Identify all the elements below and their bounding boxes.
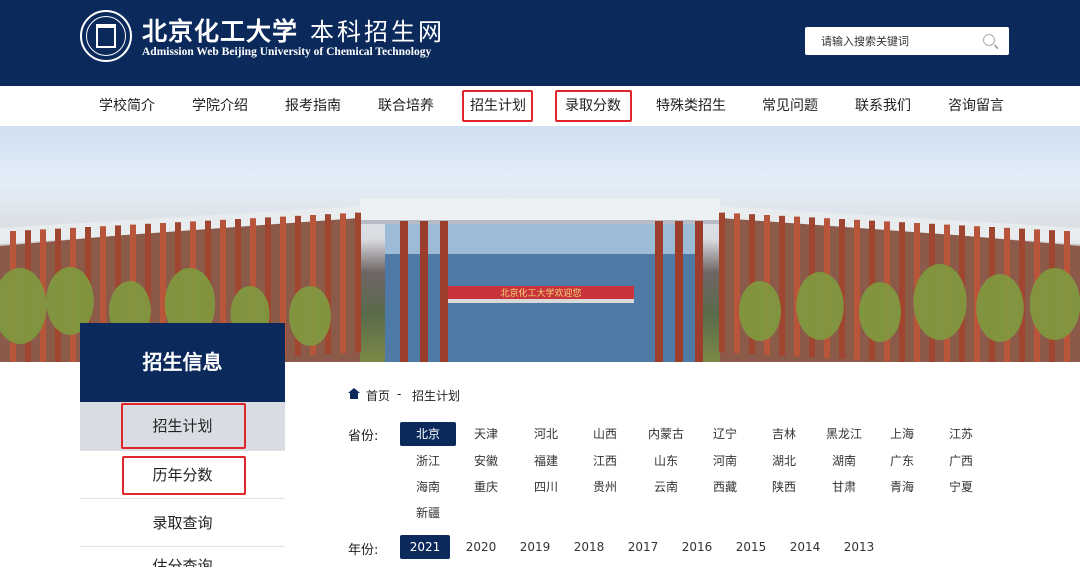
year-option[interactable]: 2019 bbox=[510, 535, 560, 559]
province-option[interactable]: 广西 bbox=[933, 449, 989, 473]
year-option[interactable]: 2018 bbox=[564, 535, 614, 559]
banner-welcome-sign: 北京化工大学欢迎您 bbox=[500, 287, 581, 299]
nav-item-faq[interactable]: 常见问题 bbox=[755, 86, 825, 126]
nav-item-special-admission[interactable]: 特殊类招生 bbox=[649, 86, 733, 126]
facade-pillar bbox=[355, 212, 361, 353]
province-option[interactable]: 辽宁 bbox=[697, 422, 753, 446]
year-option[interactable]: 2017 bbox=[618, 535, 668, 559]
atrium-pillar bbox=[655, 221, 663, 362]
nav-item-application-guide[interactable]: 报考指南 bbox=[278, 86, 348, 126]
province-option[interactable]: 甘肃 bbox=[816, 475, 872, 499]
province-option[interactable]: 海南 bbox=[400, 475, 456, 499]
year-label: 年份: bbox=[348, 543, 379, 558]
nav-admission-scores-highlight bbox=[555, 90, 632, 122]
year-option[interactable]: 2020 bbox=[456, 535, 506, 559]
university-seal-icon[interactable] bbox=[80, 10, 132, 62]
year-option[interactable]: 2015 bbox=[726, 535, 776, 559]
province-option[interactable]: 江西 bbox=[577, 449, 633, 473]
atrium-pillar bbox=[675, 221, 683, 362]
province-label: 省份: bbox=[348, 429, 379, 444]
province-option[interactable]: 陕西 bbox=[756, 475, 812, 499]
province-option[interactable]: 湖北 bbox=[756, 449, 812, 473]
province-option[interactable]: 贵州 bbox=[577, 475, 633, 499]
nav-item-school-intro[interactable]: 学校简介 bbox=[92, 86, 162, 126]
facade-pillar bbox=[719, 212, 725, 353]
province-option[interactable]: 四川 bbox=[518, 475, 574, 499]
tree-foliage bbox=[913, 264, 967, 340]
province-option[interactable]: 福建 bbox=[518, 449, 574, 473]
brand-en-name: Admission Web Beijing University of Chem… bbox=[142, 46, 432, 58]
sidebar-item-score-estimate[interactable]: 估分查询 bbox=[80, 547, 285, 567]
nav-item-message-board[interactable]: 咨询留言 bbox=[941, 86, 1011, 126]
atrium-pillar bbox=[420, 221, 428, 362]
tree-foliage bbox=[1029, 268, 1080, 340]
year-option[interactable]: 2021 bbox=[400, 535, 450, 559]
breadcrumb-current: 招生计划 bbox=[412, 389, 461, 403]
breadcrumb-separator: - bbox=[397, 387, 402, 401]
sidebar-item-admission-query[interactable]: 录取查询 bbox=[80, 499, 285, 547]
facade-pillar bbox=[899, 222, 905, 362]
facade-pillar bbox=[854, 219, 860, 360]
search-input[interactable] bbox=[805, 27, 975, 55]
sidebar-enrollment-plan-highlight bbox=[121, 403, 246, 449]
nav-enrollment-plan-highlight bbox=[462, 90, 533, 122]
search-icon[interactable] bbox=[983, 34, 995, 46]
home-icon bbox=[348, 388, 360, 399]
province-option[interactable]: 吉林 bbox=[756, 422, 812, 446]
main-nav: 学校简介 学院介绍 报考指南 联合培养 招生计划 录取分数 特殊类招生 常见问题… bbox=[0, 86, 1080, 126]
search-box bbox=[805, 27, 1009, 55]
province-option[interactable]: 广东 bbox=[874, 449, 930, 473]
province-option[interactable]: 天津 bbox=[458, 422, 514, 446]
sidebar-score-history-highlight bbox=[122, 456, 246, 495]
atrium-pillar bbox=[695, 221, 703, 362]
province-option[interactable]: 西藏 bbox=[697, 475, 753, 499]
province-option[interactable]: 北京 bbox=[400, 422, 456, 446]
year-option[interactable]: 2014 bbox=[780, 535, 830, 559]
nav-item-contact-us[interactable]: 联系我们 bbox=[848, 86, 918, 126]
province-option[interactable]: 内蒙古 bbox=[638, 422, 694, 446]
brand-cn-name: 北京化工大学 bbox=[142, 17, 299, 46]
province-option[interactable]: 云南 bbox=[638, 475, 694, 499]
tree-foliage bbox=[859, 282, 901, 342]
province-option[interactable]: 山东 bbox=[638, 449, 694, 473]
facade-pillar bbox=[779, 215, 785, 356]
province-option[interactable]: 浙江 bbox=[400, 449, 456, 473]
province-option[interactable]: 安徽 bbox=[458, 449, 514, 473]
site-brand[interactable]: 北京化工大学 本科招生网 bbox=[142, 12, 445, 48]
province-option[interactable]: 河北 bbox=[518, 422, 574, 446]
year-option[interactable]: 2013 bbox=[834, 535, 884, 559]
province-option[interactable]: 新疆 bbox=[400, 501, 456, 525]
facade-pillar bbox=[734, 213, 740, 354]
tree-foliage bbox=[289, 286, 331, 346]
province-option[interactable]: 湖南 bbox=[816, 449, 872, 473]
atrium-pillar bbox=[440, 221, 448, 362]
province-option[interactable]: 江苏 bbox=[933, 422, 989, 446]
province-option[interactable]: 河南 bbox=[697, 449, 753, 473]
breadcrumb-home[interactable]: 首页 bbox=[366, 387, 390, 404]
province-option[interactable]: 青海 bbox=[874, 475, 930, 499]
nav-item-college-intro[interactable]: 学院介绍 bbox=[185, 86, 255, 126]
atrium-pillar bbox=[400, 221, 408, 362]
province-option[interactable]: 上海 bbox=[874, 422, 930, 446]
site-header: 北京化工大学 本科招生网 Admission Web Beijing Univer… bbox=[0, 0, 1080, 86]
province-option[interactable]: 宁夏 bbox=[933, 475, 989, 499]
facade-pillar bbox=[794, 216, 800, 357]
site-name: 本科招生网 bbox=[310, 18, 446, 46]
facade-pillar bbox=[340, 213, 346, 354]
year-option[interactable]: 2016 bbox=[672, 535, 722, 559]
nav-item-joint-training[interactable]: 联合培养 bbox=[371, 86, 441, 126]
tree-foliage bbox=[796, 272, 844, 340]
province-option[interactable]: 重庆 bbox=[458, 475, 514, 499]
province-option[interactable]: 山西 bbox=[577, 422, 633, 446]
sidebar-title: 招生信息 bbox=[80, 323, 285, 402]
tree-foliage bbox=[976, 274, 1024, 342]
province-option[interactable]: 黑龙江 bbox=[816, 422, 872, 446]
tree-foliage bbox=[739, 281, 781, 341]
